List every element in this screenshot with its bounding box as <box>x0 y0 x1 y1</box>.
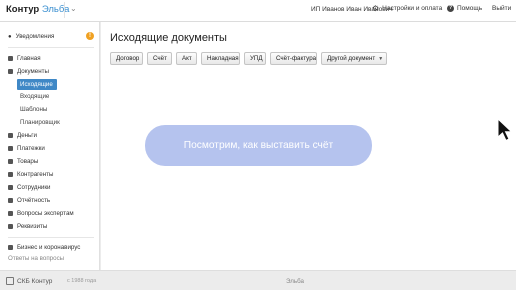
footer-since: с 1988 года <box>67 278 97 284</box>
other-document-button[interactable]: Другой документ ▼ <box>321 52 387 65</box>
sidebar-item-label: Товары <box>17 158 39 165</box>
chevron-down-icon[interactable]: ⌄ <box>70 4 77 13</box>
sidebar-item-experts[interactable]: Вопросы экспертам <box>8 210 74 217</box>
sidebar-divider <box>8 237 94 238</box>
report-icon <box>8 198 13 203</box>
settings-link[interactable]: ⚙ Настройки и оплата <box>372 4 443 13</box>
sidebar-item-goods[interactable]: Товары <box>8 158 38 165</box>
sidebar-item-documents[interactable]: Документы <box>8 68 49 75</box>
waybill-button[interactable]: Накладная <box>201 52 240 65</box>
sidebar-sub-templates[interactable]: Шаблоны <box>20 106 47 113</box>
footer-brand[interactable]: СКБ Контур <box>6 277 52 285</box>
requisites-icon <box>8 224 13 229</box>
act-button[interactable]: Акт <box>176 52 197 65</box>
notifications-label: Уведомления <box>15 33 55 40</box>
invoice-factura-button[interactable]: Счёт-фактура <box>270 52 317 65</box>
footer-brand-label: СКБ Контур <box>17 277 53 285</box>
wallet-icon <box>8 133 13 138</box>
sidebar-item-label: Отчётность <box>17 197 51 204</box>
logout-label: Выйти <box>492 5 512 12</box>
sidebar-item-label: Главная <box>17 55 41 62</box>
help-link[interactable]: ? Помощь <box>447 5 482 12</box>
home-icon <box>8 56 13 61</box>
page-title: Исходящие документы <box>110 32 227 44</box>
logo-divider <box>64 2 65 18</box>
sidebar-item-contractors[interactable]: Контрагенты <box>8 171 53 178</box>
invoice-button[interactable]: Счёт <box>147 52 172 65</box>
footer: СКБ Контур с 1988 года Эльба <box>0 270 516 290</box>
sidebar-item-label: Сотрудники <box>17 184 51 191</box>
footer-app-name: Эльба <box>286 278 304 285</box>
question-icon <box>8 211 13 216</box>
info-icon <box>8 245 13 250</box>
logout-link[interactable]: Выйти <box>492 5 511 12</box>
sidebar-item-notifications[interactable]: ● Уведомления <box>8 33 54 40</box>
contacts-icon <box>8 172 13 177</box>
top-bar: Контур Эльба ⌄ ИП Иванов Иван Иванович ⚙… <box>0 0 516 22</box>
sidebar-item-label: Деньги <box>17 132 37 139</box>
sidebar-sub-outgoing[interactable]: Исходящие <box>17 79 57 90</box>
help-icon: ? <box>447 5 454 12</box>
sidebar-item-label: Бизнес и коронавирус <box>17 244 81 251</box>
sidebar-item-label: Платежки <box>17 145 45 152</box>
sidebar-item-reports[interactable]: Отчётность <box>8 197 50 204</box>
sidebar: ● Уведомления ! Главная Документы Исходя… <box>0 22 100 270</box>
skb-logo-icon <box>6 277 14 285</box>
notification-badge: ! <box>86 32 94 40</box>
logo-main: Контур <box>6 4 40 15</box>
gear-icon: ⚙ <box>372 4 380 13</box>
main-content: Исходящие документы Договор Счёт Акт Нак… <box>101 22 516 270</box>
document-icon <box>8 69 13 74</box>
cart-icon <box>8 159 13 164</box>
caret-down-icon: ▼ <box>378 56 384 62</box>
sidebar-item-label: Вопросы экспертам <box>17 210 74 217</box>
app-logo[interactable]: Контур Эльба <box>6 4 69 15</box>
sidebar-sub-planner[interactable]: Планировщик <box>20 119 60 126</box>
person-icon <box>8 185 13 190</box>
bell-icon: ● <box>8 33 12 40</box>
sidebar-item-requisites[interactable]: Реквизиты <box>8 223 47 230</box>
sidebar-item-label: Документы <box>17 68 49 75</box>
mouse-cursor-icon <box>497 118 513 142</box>
sidebar-divider <box>8 47 94 48</box>
sidebar-item-label: Реквизиты <box>17 223 48 230</box>
sidebar-item-coronavirus[interactable]: Бизнес и коронавирус <box>8 244 80 251</box>
sidebar-item-label: Контрагенты <box>17 171 54 178</box>
sidebar-item-home[interactable]: Главная <box>8 55 41 62</box>
settings-label: Настройки и оплата <box>382 5 443 12</box>
sidebar-item-payments[interactable]: Платежки <box>8 145 45 152</box>
tutorial-overlay[interactable]: Посмотрим, как выставить счёт <box>145 125 372 166</box>
sidebar-item-money[interactable]: Деньги <box>8 132 37 139</box>
sidebar-item-answers[interactable]: Ответы на вопросы <box>8 255 64 262</box>
logo-accent: Эльба <box>41 4 70 15</box>
upd-button[interactable]: УПД <box>244 52 266 65</box>
payment-icon <box>8 146 13 151</box>
other-document-label: Другой документ <box>327 55 376 62</box>
sidebar-sub-incoming[interactable]: Входящие <box>20 93 49 100</box>
help-label: Помощь <box>457 5 483 12</box>
contract-button[interactable]: Договор <box>110 52 143 65</box>
sidebar-item-employees[interactable]: Сотрудники <box>8 184 51 191</box>
